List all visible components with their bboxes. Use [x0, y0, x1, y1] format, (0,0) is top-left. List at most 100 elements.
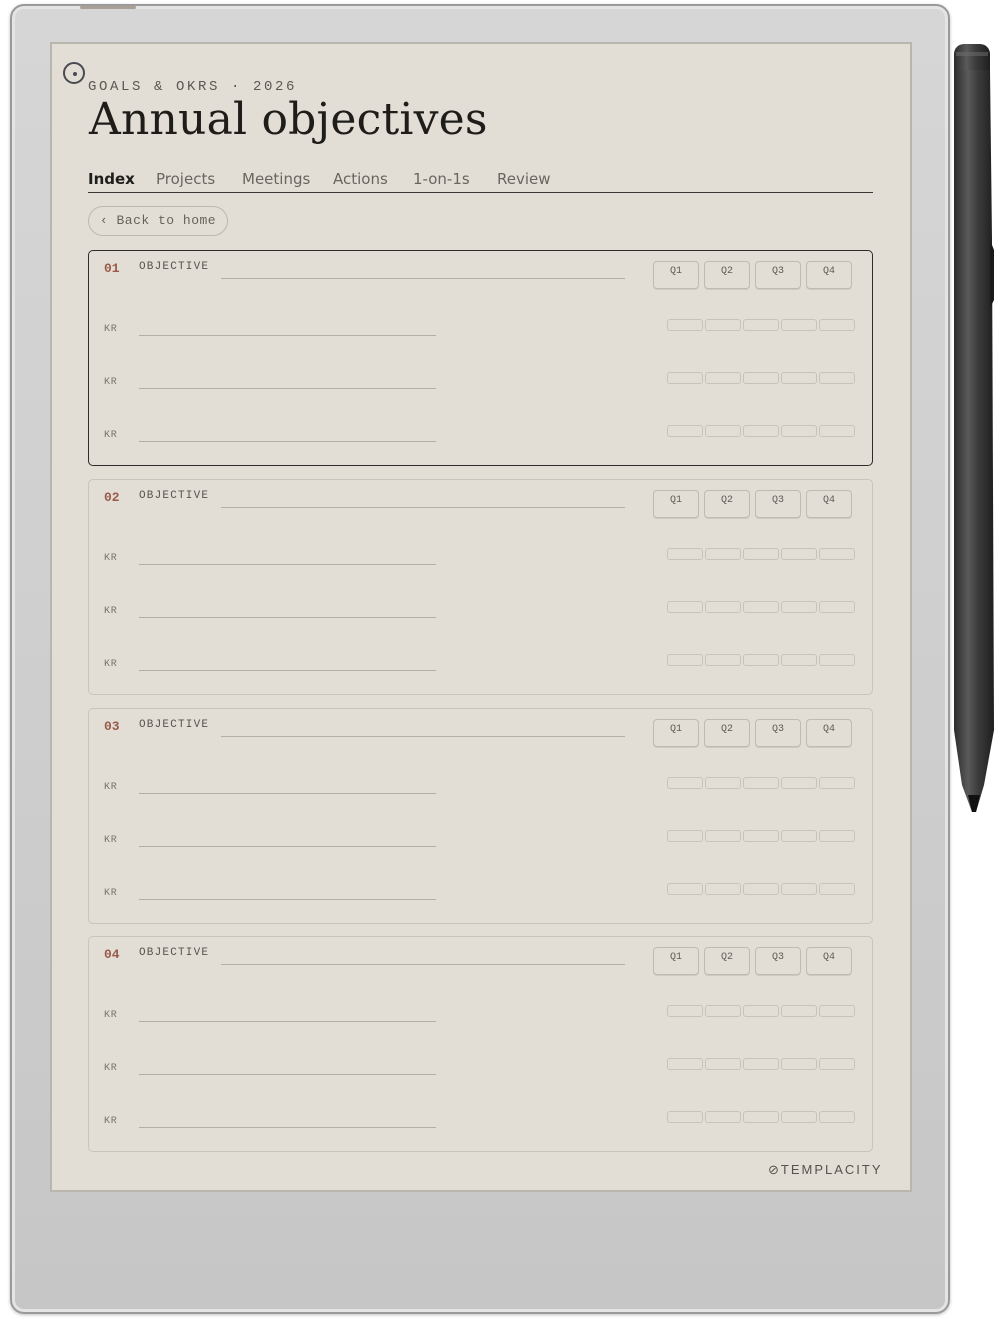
kr-write-line[interactable]	[139, 670, 436, 671]
kr-progress-segment[interactable]	[819, 1005, 855, 1017]
objective-write-line[interactable]	[221, 964, 625, 965]
kr-progress-segment[interactable]	[705, 601, 741, 613]
kr-write-line[interactable]	[139, 1021, 436, 1022]
objective-write-line[interactable]	[221, 736, 625, 737]
kr-progress-segment[interactable]	[819, 654, 855, 666]
kr-progress-segment[interactable]	[667, 548, 703, 560]
tab-meetings[interactable]: Meetings	[242, 170, 310, 188]
kr-progress-segment[interactable]	[705, 1111, 741, 1123]
tab-index[interactable]: Index	[88, 170, 135, 188]
quarter-checkbox-q2[interactable]: Q2	[704, 261, 750, 289]
kr-write-line[interactable]	[139, 441, 436, 442]
quarter-checkbox-q4[interactable]: Q4	[806, 261, 852, 289]
kr-progress-segment[interactable]	[705, 830, 741, 842]
kr-progress-segment[interactable]	[705, 425, 741, 437]
kr-progress-segment[interactable]	[819, 319, 855, 331]
kr-progress-segment[interactable]	[781, 319, 817, 331]
kr-progress-segment[interactable]	[743, 830, 779, 842]
kr-write-line[interactable]	[139, 564, 436, 565]
kr-write-line[interactable]	[139, 793, 436, 794]
kr-progress-segment[interactable]	[667, 883, 703, 895]
kr-write-line[interactable]	[139, 1127, 436, 1128]
kr-progress-segment[interactable]	[781, 601, 817, 613]
kr-progress-segment[interactable]	[667, 830, 703, 842]
kr-progress-segment[interactable]	[667, 1058, 703, 1070]
kr-progress-segment[interactable]	[667, 777, 703, 789]
tab-actions[interactable]: Actions	[333, 170, 388, 188]
quarter-checkbox-q1[interactable]: Q1	[653, 947, 699, 975]
kr-write-line[interactable]	[139, 335, 436, 336]
quarter-checkbox-q3[interactable]: Q3	[755, 947, 801, 975]
kr-progress-segment[interactable]	[743, 372, 779, 384]
kr-progress-segment[interactable]	[743, 1111, 779, 1123]
kr-progress-segment[interactable]	[781, 548, 817, 560]
kr-progress-segment[interactable]	[781, 425, 817, 437]
objective-write-line[interactable]	[221, 507, 625, 508]
kr-progress-segment[interactable]	[819, 601, 855, 613]
quarter-checkbox-q1[interactable]: Q1	[653, 719, 699, 747]
kr-progress-segment[interactable]	[667, 319, 703, 331]
kr-progress-segment[interactable]	[705, 883, 741, 895]
kr-progress-segment[interactable]	[819, 372, 855, 384]
kr-progress-segment[interactable]	[743, 654, 779, 666]
kr-progress-segment[interactable]	[781, 1058, 817, 1070]
kr-progress-segment[interactable]	[705, 1005, 741, 1017]
kr-write-line[interactable]	[139, 846, 436, 847]
kr-progress-segment[interactable]	[667, 372, 703, 384]
kr-progress-segment[interactable]	[781, 883, 817, 895]
kr-progress-segment[interactable]	[781, 372, 817, 384]
kr-progress-segment[interactable]	[705, 777, 741, 789]
kr-progress-segment[interactable]	[819, 777, 855, 789]
kr-progress-segment[interactable]	[667, 601, 703, 613]
quarter-checkbox-q3[interactable]: Q3	[755, 261, 801, 289]
objective-card[interactable]: 04 OBJECTIVE Q1 Q2 Q3 Q4 KR KR KR	[88, 936, 873, 1152]
kr-progress-segment[interactable]	[667, 654, 703, 666]
kr-progress-segment[interactable]	[743, 1005, 779, 1017]
kr-progress-segment[interactable]	[781, 1111, 817, 1123]
kr-progress-segment[interactable]	[743, 601, 779, 613]
tab-1-on-1s[interactable]: 1-on-1s	[413, 170, 470, 188]
kr-progress-segment[interactable]	[819, 1058, 855, 1070]
kr-progress-segment[interactable]	[743, 319, 779, 331]
kr-progress-segment[interactable]	[781, 1005, 817, 1017]
quarter-checkbox-q4[interactable]: Q4	[806, 947, 852, 975]
objective-card[interactable]: 03 OBJECTIVE Q1 Q2 Q3 Q4 KR KR KR	[88, 708, 873, 924]
target-icon[interactable]	[63, 62, 85, 84]
kr-progress-segment[interactable]	[743, 883, 779, 895]
tab-projects[interactable]: Projects	[156, 170, 215, 188]
back-to-home-button[interactable]: ‹ Back to home	[88, 206, 228, 236]
tab-review[interactable]: Review	[497, 170, 551, 188]
kr-progress-segment[interactable]	[743, 777, 779, 789]
kr-progress-segment[interactable]	[781, 654, 817, 666]
kr-progress-segment[interactable]	[819, 548, 855, 560]
quarter-checkbox-q1[interactable]: Q1	[653, 490, 699, 518]
quarter-checkbox-q1[interactable]: Q1	[653, 261, 699, 289]
objective-write-line[interactable]	[221, 278, 625, 279]
objective-card[interactable]: 01 OBJECTIVE Q1 Q2 Q3 Q4 KR KR KR	[88, 250, 873, 466]
quarter-checkbox-q4[interactable]: Q4	[806, 490, 852, 518]
kr-progress-segment[interactable]	[743, 1058, 779, 1070]
kr-progress-segment[interactable]	[705, 319, 741, 331]
quarter-checkbox-q2[interactable]: Q2	[704, 719, 750, 747]
kr-write-line[interactable]	[139, 899, 436, 900]
kr-progress-segment[interactable]	[705, 1058, 741, 1070]
kr-progress-segment[interactable]	[781, 777, 817, 789]
kr-progress-segment[interactable]	[667, 1111, 703, 1123]
kr-write-line[interactable]	[139, 617, 436, 618]
kr-progress-segment[interactable]	[743, 425, 779, 437]
kr-progress-segment[interactable]	[819, 425, 855, 437]
kr-progress-segment[interactable]	[819, 883, 855, 895]
quarter-checkbox-q2[interactable]: Q2	[704, 490, 750, 518]
quarter-checkbox-q2[interactable]: Q2	[704, 947, 750, 975]
kr-progress-segment[interactable]	[667, 425, 703, 437]
quarter-checkbox-q4[interactable]: Q4	[806, 719, 852, 747]
kr-progress-segment[interactable]	[743, 548, 779, 560]
kr-progress-segment[interactable]	[781, 830, 817, 842]
kr-progress-segment[interactable]	[705, 372, 741, 384]
kr-write-line[interactable]	[139, 1074, 436, 1075]
kr-progress-segment[interactable]	[819, 830, 855, 842]
quarter-checkbox-q3[interactable]: Q3	[755, 719, 801, 747]
kr-progress-segment[interactable]	[667, 1005, 703, 1017]
kr-progress-segment[interactable]	[819, 1111, 855, 1123]
objective-card[interactable]: 02 OBJECTIVE Q1 Q2 Q3 Q4 KR KR KR	[88, 479, 873, 695]
